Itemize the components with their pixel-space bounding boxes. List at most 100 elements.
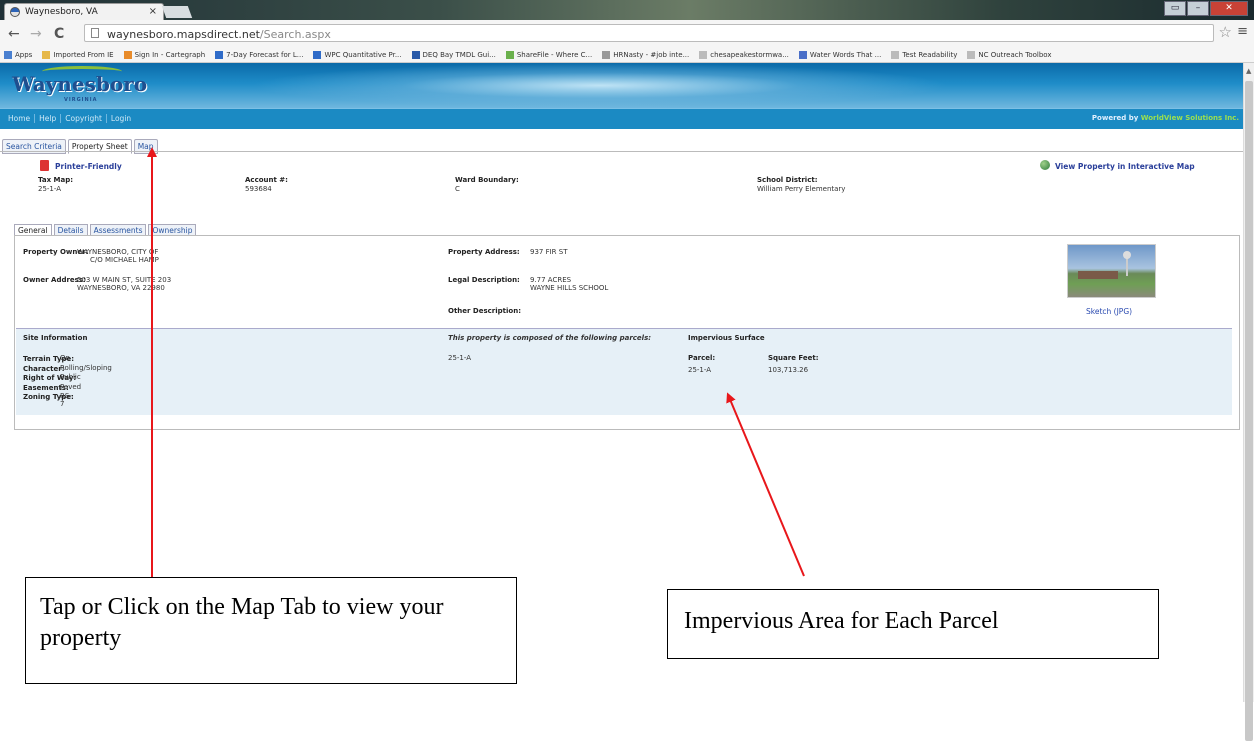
water-tower-tank bbox=[1123, 251, 1131, 259]
bookmark-label: chesapeakestormwa... bbox=[710, 50, 789, 59]
waynesboro-logo[interactable]: Waynesboro VIRGINIA bbox=[12, 66, 148, 106]
site-info-rows: Terrain Type: On Character: Rolling/Sloping… bbox=[23, 354, 112, 408]
school-building-shape bbox=[1078, 271, 1118, 279]
tab-close-icon[interactable]: × bbox=[149, 6, 157, 17]
site-info-row: Zoning Type: RS-7 bbox=[23, 392, 76, 408]
window-close-icon[interactable]: ✕ bbox=[1210, 1, 1248, 16]
callout-impervious-area: Impervious Area for Each Parcel bbox=[667, 589, 1159, 659]
bookmark-label: DEQ Bay TMDL Gui... bbox=[422, 50, 496, 59]
browser-tab[interactable]: Waynesboro, VA × bbox=[4, 3, 164, 21]
bookmarks-bar: Apps Imported From IE Sign In - Cartegraph… bbox=[0, 47, 1254, 63]
bookmark-label: Sign In - Cartegraph bbox=[134, 50, 206, 59]
powered-prefix: Powered by bbox=[1091, 114, 1141, 122]
property-address-value: 937 FIR ST bbox=[530, 248, 568, 256]
site-info-row: Terrain Type: On bbox=[23, 354, 76, 364]
bookmark-item[interactable]: WPC Quantitative Pr... bbox=[313, 50, 402, 59]
site-info-row-value: Paved bbox=[60, 382, 82, 391]
site-info-row: Right of Way: Public bbox=[23, 373, 81, 383]
impervious-parcel-col-header: Parcel: bbox=[688, 354, 716, 362]
bookmark-item[interactable]: DEQ Bay TMDL Gui... bbox=[411, 50, 496, 59]
bookmark-icon bbox=[798, 50, 807, 59]
impervious-parcel-value: 25-1-A bbox=[688, 366, 712, 374]
nav-link-login[interactable]: Login bbox=[107, 114, 135, 123]
site-info-row: Character: Rolling/Sloping bbox=[23, 364, 112, 374]
bookmark-item[interactable]: 7-Day Forecast for L... bbox=[215, 50, 304, 59]
pdf-icon[interactable] bbox=[40, 160, 49, 171]
globe-icon[interactable] bbox=[1040, 160, 1050, 170]
bookmark-star-icon[interactable]: ☆ bbox=[1219, 23, 1232, 41]
forward-arrow-icon[interactable]: → bbox=[30, 26, 42, 42]
page-icon bbox=[91, 28, 99, 38]
bookmark-item[interactable]: Apps bbox=[4, 50, 32, 59]
bookmark-icon bbox=[699, 50, 708, 59]
site-info-row: Easements: Paved bbox=[23, 383, 81, 393]
site-banner bbox=[0, 63, 1243, 108]
browser-tab-title: Waynesboro, VA bbox=[25, 7, 98, 17]
bookmark-item[interactable]: HRNasty - #job inte... bbox=[602, 50, 690, 59]
water-tower-leg bbox=[1126, 258, 1128, 276]
bookmark-label: HRNasty - #job inte... bbox=[613, 50, 690, 59]
site-info-row-value: Rolling/Sloping bbox=[60, 363, 112, 372]
scrollbar-thumb[interactable] bbox=[1245, 81, 1253, 741]
url-text: waynesboro.mapsdirect.net/Search.aspx bbox=[107, 28, 331, 41]
powered-by: Powered by WorldView Solutions Inc. bbox=[1092, 114, 1239, 122]
bookmark-label: 7-Day Forecast for L... bbox=[226, 50, 304, 59]
property-photo[interactable] bbox=[1067, 244, 1156, 298]
bookmark-label: Water Words That ... bbox=[809, 50, 882, 59]
site-info-row-value: RS-7 bbox=[60, 392, 72, 408]
bookmark-label: NC Outreach Toolbox bbox=[978, 50, 1052, 59]
legal-description-label: Legal Description: bbox=[448, 276, 520, 284]
bookmark-item[interactable]: ShareFile - Where C... bbox=[505, 50, 592, 59]
parcels-heading: This property is composed of the followi… bbox=[448, 334, 652, 342]
url-bar[interactable]: waynesboro.mapsdirect.net/Search.aspx bbox=[84, 24, 1214, 42]
reload-icon[interactable]: C bbox=[54, 26, 64, 42]
address-toolbar: ← → C waynesboro.mapsdirect.net/Search.a… bbox=[0, 20, 1254, 47]
impervious-sqft-col-header: Square Feet: bbox=[768, 354, 819, 362]
bookmark-icon bbox=[602, 50, 611, 59]
url-host: waynesboro.mapsdirect.net bbox=[107, 28, 260, 41]
nav-link-help[interactable]: Help bbox=[35, 114, 62, 123]
bookmark-icon bbox=[411, 50, 420, 59]
logo-text: Waynesboro bbox=[12, 72, 148, 96]
bookmark-icon bbox=[42, 50, 51, 59]
new-tab-button[interactable] bbox=[161, 6, 193, 18]
bookmark-label: WPC Quantitative Pr... bbox=[324, 50, 402, 59]
bookmark-icon bbox=[891, 50, 900, 59]
bookmark-item[interactable]: Imported From IE bbox=[42, 50, 114, 59]
owner-address-line2: WAYNESBORO, VA 22980 bbox=[77, 284, 165, 292]
sketch-jpg-link[interactable]: Sketch (JPG) bbox=[1086, 307, 1132, 316]
legal-description-line2: WAYNE HILLS SCHOOL bbox=[530, 284, 609, 292]
printer-friendly-link[interactable]: Printer-Friendly bbox=[55, 162, 122, 171]
site-info-row-value: Public bbox=[60, 373, 81, 381]
ward-value: C bbox=[455, 185, 460, 193]
nav-link-home[interactable]: Home bbox=[4, 114, 36, 123]
powered-brand-link[interactable]: WorldView Solutions Inc. bbox=[1141, 114, 1239, 122]
other-description-label: Other Description: bbox=[448, 307, 521, 315]
bookmark-item[interactable]: Test Readability bbox=[891, 50, 958, 59]
bookmark-item[interactable]: chesapeakestormwa... bbox=[699, 50, 789, 59]
bookmark-item[interactable]: Water Words That ... bbox=[798, 50, 882, 59]
bookmark-item[interactable]: NC Outreach Toolbox bbox=[967, 50, 1052, 59]
site-favicon-icon bbox=[10, 7, 20, 17]
bookmark-icon bbox=[967, 50, 976, 59]
page-scrollbar[interactable]: ▲ bbox=[1243, 63, 1254, 741]
window-restore-icon[interactable]: ▭ bbox=[1164, 1, 1186, 16]
back-arrow-icon[interactable]: ← bbox=[8, 26, 20, 42]
impervious-sqft-value: 103,713.26 bbox=[768, 366, 809, 374]
view-interactive-map-link[interactable]: View Property in Interactive Map bbox=[1055, 162, 1195, 171]
scroll-up-icon[interactable]: ▲ bbox=[1246, 67, 1251, 75]
logo-subtitle: VIRGINIA bbox=[64, 97, 98, 103]
window-minimize-icon[interactable]: – bbox=[1187, 1, 1209, 16]
bookmark-item[interactable]: Sign In - Cartegraph bbox=[123, 50, 206, 59]
bookmark-icon bbox=[123, 50, 132, 59]
site-nav-bar: Home Help Copyright Login Powered by WorldV… bbox=[0, 108, 1243, 129]
parcel-value: 25-1-A bbox=[448, 354, 472, 362]
window-controls: ▭ – ✕ bbox=[1164, 1, 1248, 17]
browser-menu-icon[interactable]: ≡ bbox=[1237, 24, 1248, 39]
ward-label: Ward Boundary: bbox=[455, 176, 519, 184]
account-label: Account #: bbox=[245, 176, 288, 184]
tab-divider bbox=[0, 151, 1243, 152]
nav-link-copyright[interactable]: Copyright bbox=[61, 114, 107, 123]
bookmark-label: Test Readability bbox=[902, 50, 958, 59]
tax-map-value: 25-1-A bbox=[38, 185, 62, 193]
